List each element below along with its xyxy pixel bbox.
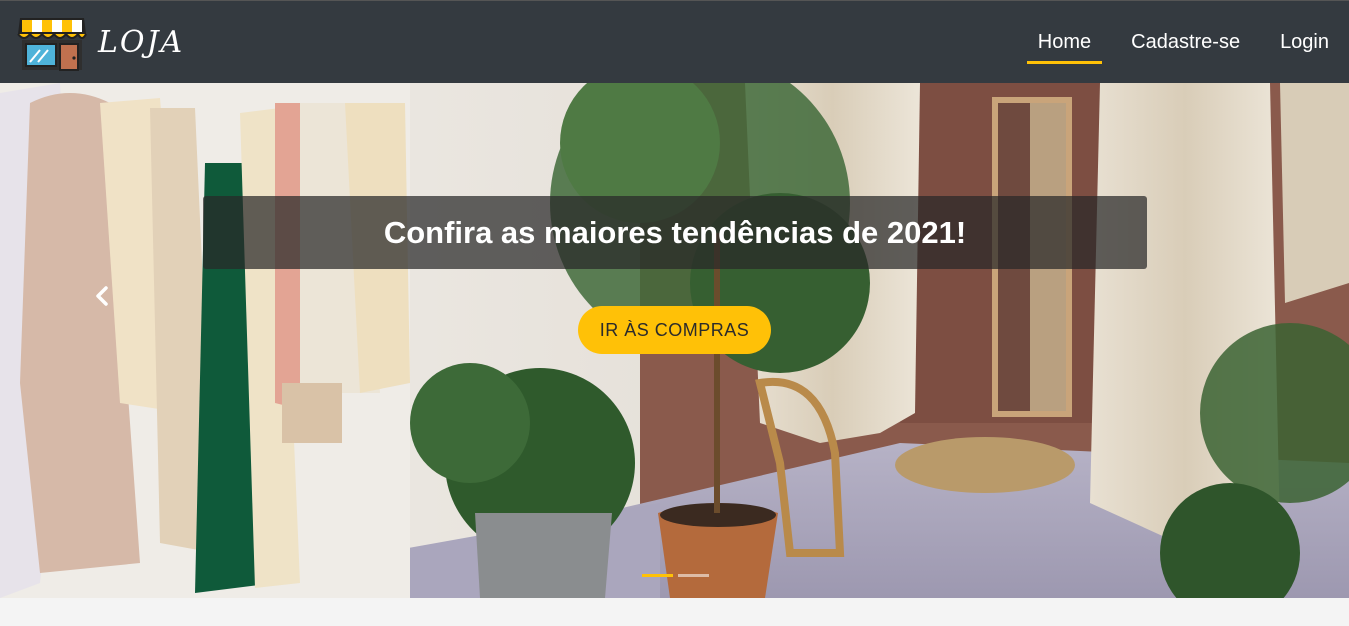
- caption-title: Confira as maiores tendências de 2021!: [383, 214, 967, 250]
- navbar: LOJA Home Cadastre-se Login: [0, 0, 1349, 83]
- carousel-indicator-2[interactable]: [678, 574, 709, 577]
- carousel-indicators: [642, 574, 709, 577]
- nav-link-home[interactable]: Home: [1026, 1, 1103, 83]
- carousel-indicator-1[interactable]: [642, 574, 673, 577]
- carousel-prev-button[interactable]: [88, 281, 116, 311]
- chevron-left-icon: [96, 286, 108, 306]
- nav-links: Home Cadastre-se Login: [998, 1, 1329, 83]
- shop-now-button[interactable]: IR ÀS COMPRAS: [578, 306, 771, 354]
- hero-carousel: Confira as maiores tendências de 2021! I…: [0, 83, 1349, 598]
- carousel-caption: Confira as maiores tendências de 2021!: [203, 196, 1147, 269]
- brand[interactable]: LOJA: [16, 1, 184, 83]
- page-content-area: [0, 598, 1349, 626]
- nav-link-signup[interactable]: Cadastre-se: [1131, 1, 1240, 83]
- storefront-icon: [17, 18, 87, 71]
- brand-name: LOJA: [98, 24, 185, 60]
- nav-link-login[interactable]: Login: [1280, 1, 1329, 83]
